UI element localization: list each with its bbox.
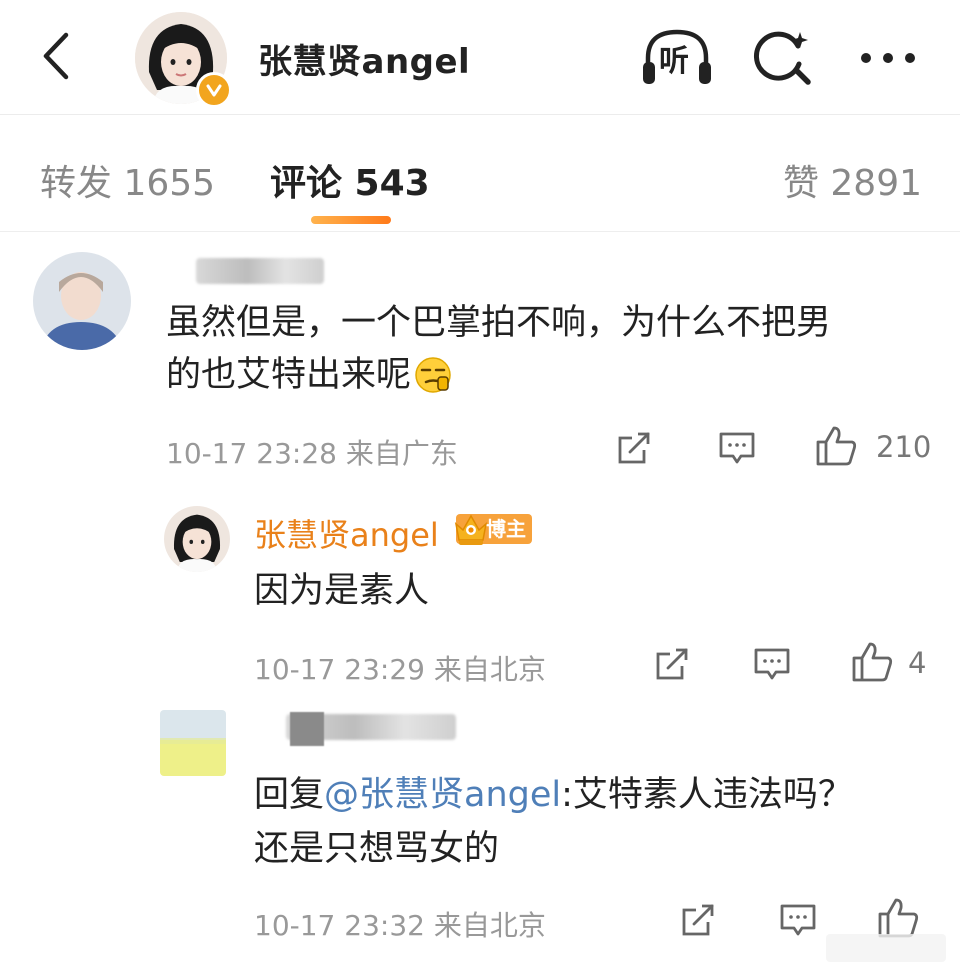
share-icon — [682, 904, 714, 936]
share-button[interactable] — [678, 900, 718, 940]
comment-timestamp: 10-17 23:29 来自北京 — [254, 653, 546, 686]
reply-prefix: 回复 — [254, 775, 325, 815]
listen-button[interactable]: 听 — [640, 26, 714, 88]
back-button[interactable] — [30, 28, 80, 84]
share-button[interactable] — [652, 644, 692, 684]
avatar-image — [164, 506, 230, 572]
mention-link[interactable]: @张慧贤angel — [324, 775, 561, 815]
commenter-avatar[interactable] — [33, 252, 131, 350]
comment-text: 因为是素人 — [254, 571, 430, 611]
blogger-badge: 博主 — [454, 514, 532, 545]
reply-button[interactable] — [717, 428, 757, 468]
comment-line-wrap: 的也艾特出来呢 — [166, 350, 453, 400]
thumbs-up-icon — [816, 426, 857, 466]
watermark — [826, 934, 946, 962]
search-button[interactable] — [752, 26, 814, 88]
share-icon — [618, 432, 650, 464]
blogger-avatar[interactable] — [164, 506, 230, 572]
comment-text-line: 的也艾特出来呢 — [166, 355, 412, 395]
share-icon — [656, 648, 688, 680]
header-username[interactable]: 张慧贤angel — [258, 34, 470, 83]
tab-repost[interactable]: 转发 1655 — [40, 154, 215, 206]
username-mosaic — [290, 712, 324, 746]
comment-icon — [754, 648, 790, 680]
avatar-image — [160, 710, 226, 776]
comment-text-line: 回复@张慧贤angel:艾特素人违法吗？ — [254, 770, 853, 820]
reply-text: :艾特素人违法吗？ — [561, 775, 853, 815]
commenter-avatar[interactable] — [160, 710, 226, 776]
username-blurred[interactable] — [196, 258, 324, 284]
tab-comment[interactable]: 评论 543 — [270, 154, 430, 206]
like-button[interactable] — [850, 640, 894, 684]
crown-icon — [454, 514, 488, 545]
blogger-badge-label: 博主 — [486, 517, 526, 541]
comment-timestamp: 10-17 23:28 来自广东 — [166, 437, 458, 470]
reply-button[interactable] — [778, 900, 818, 940]
comment-icon — [719, 432, 755, 464]
thumbs-up-icon — [852, 642, 893, 682]
comment-text-line: 还是只想骂女的 — [254, 829, 500, 869]
more-button[interactable] — [858, 40, 920, 76]
comment-timestamp: 10-17 23:32 来自北京 — [254, 909, 546, 942]
tab-bar: 转发 1655 评论 543 赞 2891 — [0, 116, 960, 232]
chevron-left-icon — [43, 32, 69, 80]
verified-badge-icon — [196, 72, 232, 108]
more-dots-icon — [861, 53, 915, 63]
avatar-image — [33, 252, 131, 350]
comment-icon — [780, 904, 816, 936]
tab-like[interactable]: 赞 2891 — [783, 154, 922, 206]
top-bar: 张慧贤angel 听 — [0, 0, 960, 115]
search-icon — [753, 31, 811, 85]
like-count: 210 — [876, 430, 932, 464]
reply-username[interactable]: 张慧贤angel — [254, 510, 439, 556]
comment-text-line: 虽然但是，一个巴掌拍不响，为什么不把男 — [166, 303, 832, 343]
emoji-smirk-icon — [415, 357, 451, 393]
share-button[interactable] — [614, 428, 654, 468]
reply-button[interactable] — [752, 644, 792, 684]
active-tab-indicator — [311, 216, 391, 224]
like-button[interactable] — [814, 424, 858, 468]
listen-label: 听 — [659, 44, 689, 79]
like-count: 4 — [908, 646, 927, 680]
